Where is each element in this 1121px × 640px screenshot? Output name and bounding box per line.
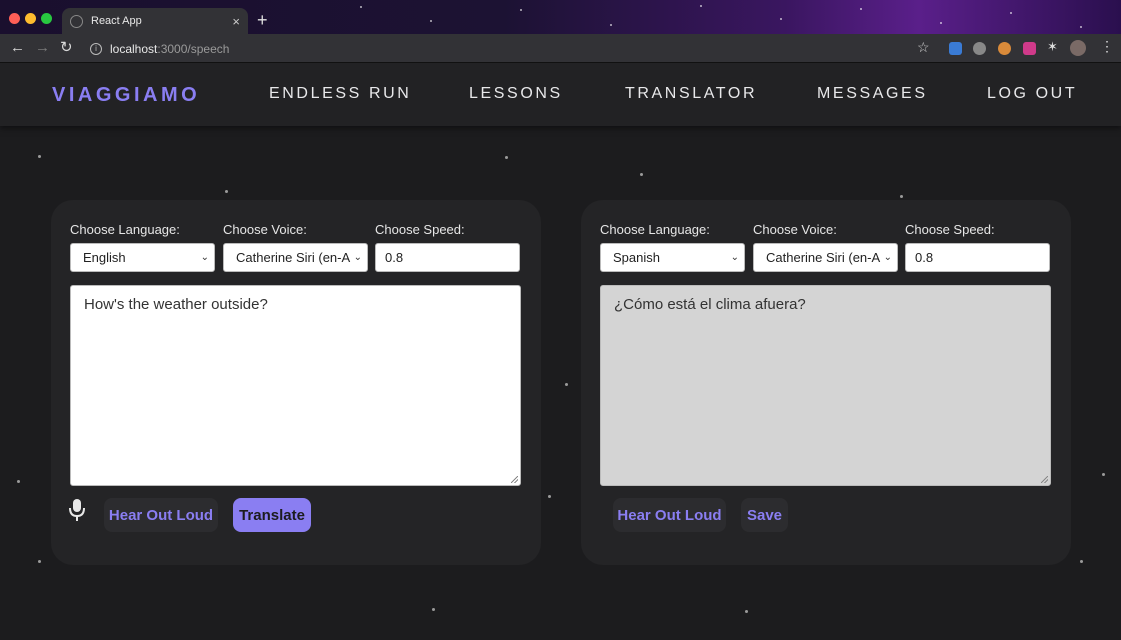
browser-menu-icon[interactable]: ⋮	[1100, 38, 1114, 55]
url-path: :3000/speech	[157, 41, 230, 56]
source-language-value: English	[83, 250, 126, 265]
chevron-down-icon: ⌄	[730, 252, 739, 263]
star-decoration	[1102, 473, 1105, 476]
puzzle-extensions-icon[interactable]: ✶	[1047, 39, 1060, 54]
browser-tab[interactable]: React App ×	[62, 8, 248, 34]
save-button[interactable]: Save	[741, 498, 788, 532]
star-decoration	[745, 610, 748, 613]
resize-handle-icon[interactable]	[511, 476, 518, 483]
globe-icon	[70, 14, 83, 28]
source-speed-value: 0.8	[385, 250, 404, 265]
source-language-select[interactable]: English ⌄	[70, 243, 215, 272]
tab-close-icon[interactable]: ×	[232, 14, 240, 29]
extension-icon[interactable]	[949, 42, 962, 55]
star-decoration	[38, 155, 41, 158]
star-decoration	[860, 8, 862, 10]
source-text-input[interactable]: How's the weather outside?	[70, 285, 521, 486]
star-decoration	[640, 173, 643, 176]
star-decoration	[225, 190, 228, 193]
target-speed-input[interactable]: 0.8	[905, 243, 1050, 272]
source-panel: Choose Language: Choose Voice: Choose Sp…	[51, 200, 541, 565]
target-speed-value: 0.8	[915, 250, 934, 265]
source-voice-select[interactable]: Catherine Siri (en-A ⌄	[223, 243, 368, 272]
profile-avatar[interactable]	[1070, 40, 1086, 56]
star-decoration	[17, 480, 20, 483]
source-speed-input[interactable]: 0.8	[375, 243, 520, 272]
star-decoration	[432, 608, 435, 611]
minimize-window-button[interactable]	[25, 13, 36, 24]
star-decoration	[1080, 560, 1083, 563]
speed-label: Choose Speed:	[905, 222, 995, 237]
target-voice-value: Catherine Siri (en-A	[766, 250, 881, 265]
translated-text-output[interactable]: ¿Cómo está el clima afuera?	[600, 285, 1051, 486]
language-label: Choose Language:	[600, 222, 710, 237]
chevron-down-icon: ⌄	[200, 252, 209, 263]
translate-button[interactable]: Translate	[233, 498, 311, 532]
app-page: VIAGGIAMO ENDLESS RUN LESSONS TRANSLATOR…	[0, 63, 1121, 640]
star-decoration	[900, 195, 903, 198]
resize-handle-icon[interactable]	[1041, 476, 1048, 483]
back-arrow-icon[interactable]: ←	[10, 39, 25, 57]
browser-tab-bar: React App × +	[0, 0, 1121, 34]
bookmark-star-icon[interactable]: ☆	[917, 39, 930, 56]
nav-link-endless-run[interactable]: ENDLESS RUN	[269, 85, 411, 103]
tab-title: React App	[91, 15, 142, 27]
star-decoration	[565, 383, 568, 386]
star-decoration	[38, 560, 41, 563]
speed-label: Choose Speed:	[375, 222, 465, 237]
star-decoration	[1010, 12, 1012, 14]
star-decoration	[940, 22, 942, 24]
star-decoration	[548, 495, 551, 498]
star-decoration	[610, 24, 612, 26]
target-language-value: Spanish	[613, 250, 660, 265]
close-window-button[interactable]	[9, 13, 20, 24]
target-language-select[interactable]: Spanish ⌄	[600, 243, 745, 272]
address-bar[interactable]: i localhost:3000/speech	[90, 38, 229, 59]
nav-link-log-out[interactable]: LOG OUT	[987, 85, 1077, 103]
settings-extension-icon[interactable]	[973, 42, 986, 55]
voice-label: Choose Voice:	[753, 222, 837, 237]
star-decoration	[780, 18, 782, 20]
star-decoration	[430, 20, 432, 22]
reload-icon[interactable]: ↻	[60, 39, 73, 57]
nav-link-messages[interactable]: MESSAGES	[817, 85, 928, 103]
chevron-down-icon: ⌄	[883, 252, 892, 263]
info-icon[interactable]: i	[90, 42, 102, 55]
star-decoration	[1080, 26, 1082, 28]
extension-icon[interactable]	[1023, 42, 1036, 55]
hear-out-loud-button[interactable]: Hear Out Loud	[104, 498, 218, 532]
nav-link-translator[interactable]: TRANSLATOR	[625, 85, 757, 103]
language-label: Choose Language:	[70, 222, 180, 237]
new-tab-button[interactable]: +	[257, 10, 268, 30]
hear-out-loud-button[interactable]: Hear Out Loud	[613, 498, 726, 532]
target-voice-select[interactable]: Catherine Siri (en-A ⌄	[753, 243, 898, 272]
star-decoration	[505, 156, 508, 159]
forward-arrow-icon[interactable]: →	[35, 39, 50, 57]
top-navbar: VIAGGIAMO ENDLESS RUN LESSONS TRANSLATOR…	[0, 63, 1121, 126]
source-text: How's the weather outside?	[84, 296, 268, 313]
translated-text: ¿Cómo está el clima afuera?	[614, 296, 806, 313]
voice-label: Choose Voice:	[223, 222, 307, 237]
microphone-icon[interactable]	[68, 498, 86, 522]
cookie-extension-icon[interactable]	[998, 42, 1011, 55]
url-host: localhost	[110, 41, 158, 56]
star-decoration	[700, 5, 702, 7]
chevron-down-icon: ⌄	[353, 252, 362, 263]
star-decoration	[520, 9, 522, 11]
brand-logo[interactable]: VIAGGIAMO	[52, 84, 200, 107]
target-panel: Choose Language: Choose Voice: Choose Sp…	[581, 200, 1071, 565]
browser-toolbar: ← → ↻ i localhost:3000/speech ☆ ✶ ⋮	[0, 34, 1121, 63]
source-voice-value: Catherine Siri (en-A	[236, 250, 351, 265]
star-decoration	[360, 6, 362, 8]
nav-link-lessons[interactable]: LESSONS	[469, 85, 563, 103]
maximize-window-button[interactable]	[41, 13, 52, 24]
